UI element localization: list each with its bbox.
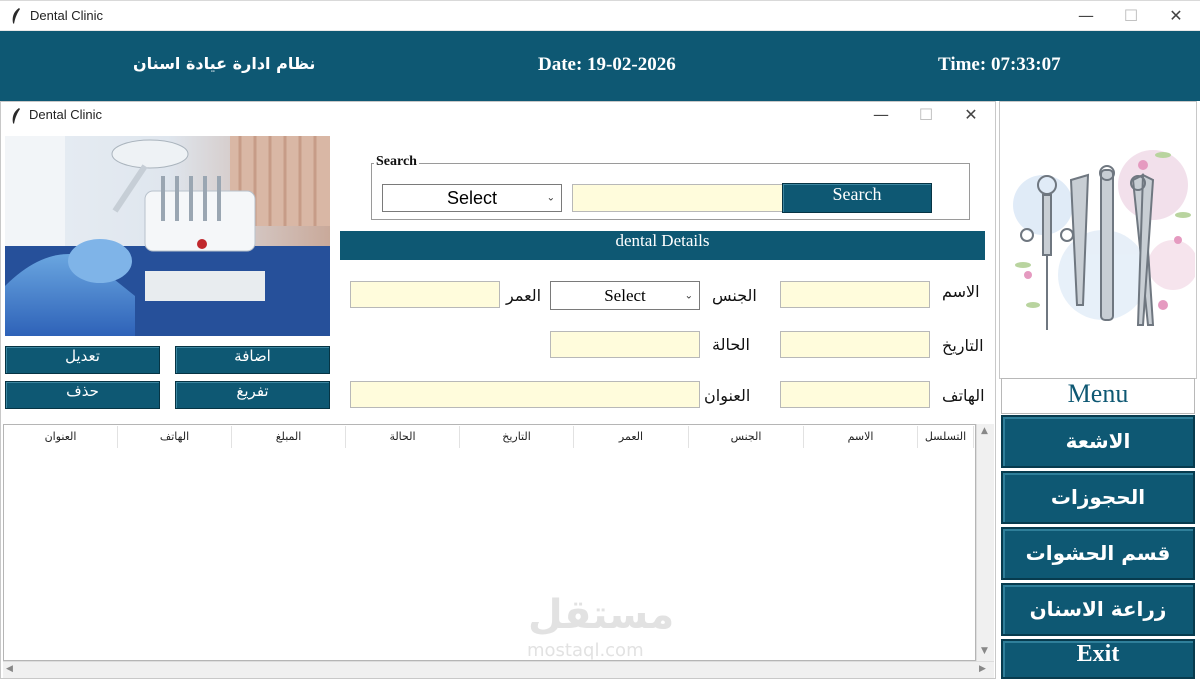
section-title: dental Details — [340, 231, 985, 260]
horizontal-scrollbar[interactable]: ◀ ▶ — [3, 661, 994, 678]
column-header-date[interactable]: التاريخ — [460, 426, 574, 448]
header-bar: نظام ادارة عيادة اسنان Date: 19-02-2026 … — [0, 31, 1200, 101]
phone-label: الهاتف — [942, 386, 985, 405]
inner-minimize-button[interactable]: — — [858, 100, 904, 130]
address-label: العنوان — [704, 386, 751, 405]
search-button[interactable]: Search — [782, 183, 932, 213]
chevron-down-icon: ⌄ — [684, 290, 693, 301]
search-field-select[interactable]: Select ⌄ — [382, 184, 562, 212]
gender-select-value: Select — [604, 286, 646, 305]
minimize-button[interactable]: — — [1063, 1, 1109, 31]
phone-field[interactable] — [780, 381, 930, 408]
add-button[interactable]: اضافة — [175, 346, 330, 374]
watermark-arabic: مستقل — [528, 592, 675, 638]
gender-label: الجنس — [712, 286, 757, 305]
edit-button[interactable]: تعديل — [5, 346, 160, 374]
time-display: Time: 07:33:07 — [938, 54, 1061, 75]
clinic-photo — [5, 136, 330, 336]
menu-item-appointments[interactable]: الحجوزات — [1001, 471, 1195, 524]
address-field[interactable] — [350, 381, 700, 408]
inner-maximize-button[interactable]: ☐ — [903, 100, 949, 130]
watermark-latin: mostaql.com — [527, 640, 644, 661]
name-label: الاسم — [942, 282, 980, 301]
feather-icon — [12, 108, 20, 124]
scroll-down-icon[interactable]: ▼ — [981, 646, 988, 656]
date-display: Date: 19-02-2026 — [538, 54, 676, 75]
status-label: الحالة — [712, 335, 750, 354]
column-header-age[interactable]: العمر — [574, 426, 689, 448]
app-titlebar: Dental Clinic — ☐ ✕ — [0, 0, 1200, 31]
menu-title: Menu — [1001, 378, 1195, 414]
date-field[interactable] — [780, 331, 930, 358]
column-header-status[interactable]: الحالة — [346, 426, 460, 448]
scroll-right-icon[interactable]: ▶ — [979, 664, 986, 674]
delete-button[interactable]: حذف — [5, 381, 160, 409]
chevron-down-icon: ⌄ — [546, 192, 555, 204]
inner-close-button[interactable]: ✕ — [948, 100, 994, 130]
system-name: نظام ادارة عيادة اسنان — [133, 54, 316, 73]
age-field[interactable] — [350, 281, 500, 308]
search-legend: Search — [374, 154, 419, 170]
clear-button[interactable]: تفريغ — [175, 381, 330, 409]
vertical-scrollbar[interactable]: ▲ ▼ — [976, 424, 994, 661]
inner-window-title: Dental Clinic — [29, 107, 102, 122]
maximize-button[interactable]: ☐ — [1108, 1, 1154, 31]
exit-button[interactable]: Exit — [1001, 639, 1195, 679]
dental-tools-image — [1013, 150, 1195, 330]
name-field[interactable] — [780, 281, 930, 308]
column-header-serial[interactable]: التسلسل — [918, 426, 974, 448]
scroll-left-icon[interactable]: ◀ — [6, 664, 13, 674]
date-label: التاريخ — [942, 336, 984, 355]
close-button[interactable]: ✕ — [1153, 1, 1199, 31]
column-header-gender[interactable]: الجنس — [689, 426, 804, 448]
menu-item-implants[interactable]: زراعة الاسنان — [1001, 583, 1195, 636]
menu-item-xray[interactable]: الاشعة — [1001, 415, 1195, 468]
records-table[interactable] — [3, 424, 976, 661]
gender-select[interactable]: Select ⌄ — [550, 281, 700, 310]
search-input[interactable] — [572, 184, 784, 212]
window-title: Dental Clinic — [30, 8, 103, 23]
status-field[interactable] — [550, 331, 700, 358]
column-header-amount[interactable]: المبلغ — [232, 426, 346, 448]
scroll-up-icon[interactable]: ▲ — [981, 426, 988, 436]
search-select-value: Select — [446, 188, 498, 208]
column-header-phone[interactable]: الهاتف — [118, 426, 232, 448]
age-label: العمر — [506, 286, 542, 305]
column-header-address[interactable]: العنوان — [4, 426, 118, 448]
column-header-name[interactable]: الاسم — [804, 426, 918, 448]
menu-item-fillings[interactable]: قسم الحشوات — [1001, 527, 1195, 580]
feather-icon — [12, 8, 20, 24]
